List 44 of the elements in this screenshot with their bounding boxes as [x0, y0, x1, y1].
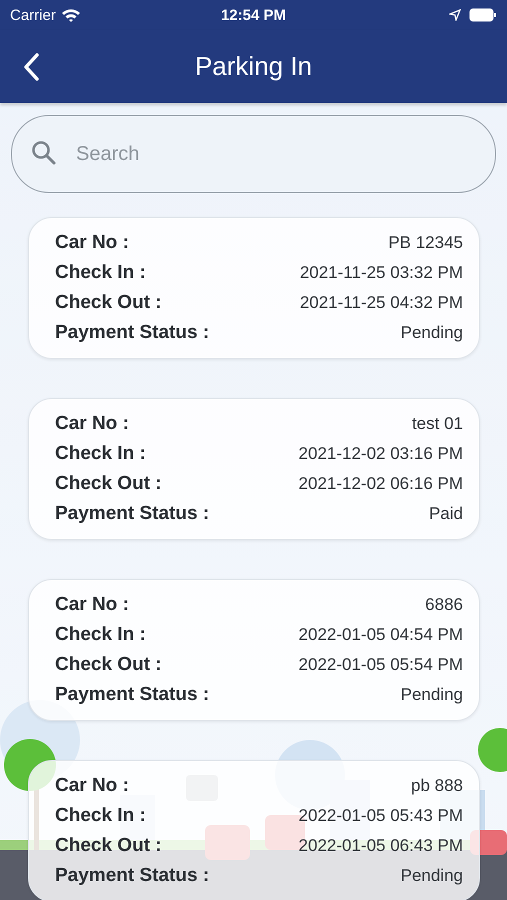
parking-card[interactable]: Car No : test 01 Check In : 2021-12-02 03:16 PM Check Out : 2021-12-02 06:16 PM Payment Status : Paid — [28, 398, 480, 540]
field-label: Check Out : — [55, 292, 162, 314]
field-label: Check Out : — [55, 835, 162, 857]
field-label: Check Out : — [55, 473, 162, 495]
field-value: Pending — [400, 323, 463, 343]
parking-card[interactable]: Car No : PB 12345 Check In : 2021-11-25 03:32 PM Check Out : 2021-11-25 04:32 PM Payment Status : Pending — [28, 217, 480, 359]
clock: 12:54 PM — [220, 6, 286, 24]
field-label: Payment Status : — [55, 503, 210, 525]
battery-icon — [469, 8, 497, 22]
field-value: Pending — [400, 685, 463, 705]
parking-card[interactable]: Car No : 6886 Check In : 2022-01-05 04:54 PM Check Out : 2022-01-05 05:54 PM Payment Status : Pending — [28, 579, 480, 721]
field-label: Check In : — [55, 443, 146, 465]
wifi-icon — [60, 8, 81, 22]
field-value: 2022-01-05 05:43 PM — [298, 806, 463, 826]
field-label: Car No : — [55, 775, 129, 797]
field-value: PB 12345 — [388, 233, 463, 253]
field-value: test 01 — [412, 414, 463, 434]
field-label: Payment Status : — [55, 865, 210, 887]
field-value: 2022-01-05 04:54 PM — [298, 625, 463, 645]
field-value: 2022-01-05 06:43 PM — [298, 836, 463, 856]
carrier-label: Carrier — [10, 6, 56, 24]
field-label: Car No : — [55, 594, 129, 616]
field-label: Car No : — [55, 232, 129, 254]
search-field[interactable]: Search — [11, 115, 496, 193]
field-value: 2021-11-25 03:32 PM — [300, 263, 463, 283]
field-label: Payment Status : — [55, 684, 210, 706]
page-title: Parking In — [194, 51, 312, 81]
field-value: 2021-12-02 06:16 PM — [298, 474, 463, 494]
field-label: Check Out : — [55, 654, 162, 676]
field-value: 2022-01-05 05:54 PM — [298, 655, 463, 675]
field-value: Pending — [400, 866, 463, 886]
parking-card[interactable]: Car No : pb 888 Check In : 2022-01-05 05:43 PM Check Out : 2022-01-05 06:43 PM Payment Status : Pending — [28, 760, 480, 900]
field-value: pb 888 — [411, 776, 463, 796]
field-value: 2021-11-25 04:32 PM — [300, 293, 463, 313]
field-value: Paid — [428, 504, 463, 524]
field-label: Car No : — [55, 413, 129, 435]
field-label: Check In : — [55, 805, 146, 827]
field-label: Check In : — [55, 624, 146, 646]
field-label: Payment Status : — [55, 322, 210, 344]
field-label: Check In : — [55, 262, 146, 284]
field-value: 2021-12-02 03:16 PM — [298, 444, 463, 464]
search-icon — [31, 140, 57, 166]
location-arrow-icon — [449, 9, 461, 21]
field-value: 6886 — [425, 595, 463, 615]
